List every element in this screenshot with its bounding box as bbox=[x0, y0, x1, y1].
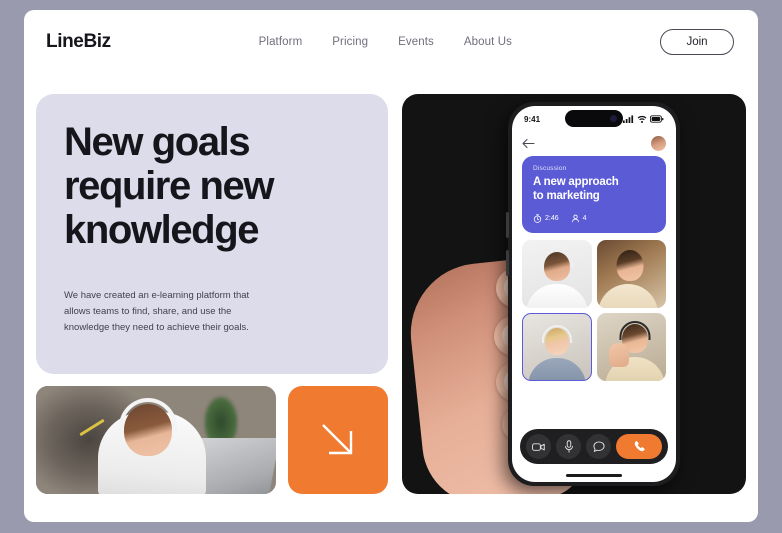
hero-paragraph: We have created an e-learning platform t… bbox=[64, 290, 250, 333]
nav-item-events[interactable]: Events bbox=[398, 36, 434, 48]
nav-item-pricing[interactable]: Pricing bbox=[332, 36, 368, 48]
wifi-icon bbox=[637, 115, 647, 123]
phone-app-topbar bbox=[512, 132, 676, 154]
waving-hand bbox=[608, 343, 629, 367]
nav-item-about-us[interactable]: About Us bbox=[464, 36, 512, 48]
video-camera-icon bbox=[532, 442, 545, 451]
participant-tile-1[interactable] bbox=[522, 240, 592, 308]
timer-value: 2:46 bbox=[545, 215, 559, 222]
hero-title-line-1: New goals bbox=[64, 120, 251, 164]
discussion-title-line-1: A new approach bbox=[533, 176, 619, 188]
participant-tile-3[interactable] bbox=[522, 313, 592, 381]
headphones-icon bbox=[541, 325, 572, 343]
chat-bubble-icon bbox=[592, 440, 605, 452]
hero-title-line-3: knowledge bbox=[64, 208, 260, 252]
participant-head bbox=[616, 250, 644, 281]
cellular-signal-icon bbox=[623, 115, 634, 123]
back-arrow-icon[interactable] bbox=[522, 138, 535, 149]
participant-body bbox=[598, 284, 659, 308]
call-controls-bar bbox=[520, 429, 668, 464]
hero-card: New goals require new knowledge We have … bbox=[36, 94, 388, 374]
arrow-cta-card[interactable] bbox=[288, 386, 388, 494]
logo[interactable]: LineBiz bbox=[46, 31, 111, 53]
participant-tile-4[interactable] bbox=[596, 313, 666, 381]
end-call-button[interactable] bbox=[616, 434, 662, 459]
phone-status-bar: 9:41 bbox=[512, 106, 676, 132]
site-header: LineBiz Platform Pricing Events About Us… bbox=[24, 10, 758, 74]
stopwatch-icon bbox=[533, 214, 542, 223]
front-camera-icon bbox=[610, 115, 617, 122]
dynamic-island bbox=[565, 110, 623, 127]
microphone-icon bbox=[564, 440, 573, 453]
person-icon bbox=[571, 214, 579, 223]
headset-icon bbox=[619, 321, 651, 340]
discussion-timer: 2:46 bbox=[533, 214, 559, 223]
arrow-down-right-icon bbox=[322, 424, 353, 455]
headphones-icon bbox=[540, 249, 573, 268]
photo-plant bbox=[204, 396, 238, 440]
product-visual-panel: 9:41 Discussion A new approach to market… bbox=[402, 94, 746, 494]
avatar[interactable] bbox=[651, 135, 666, 151]
chat-button[interactable] bbox=[586, 434, 611, 459]
nav-item-platform[interactable]: Platform bbox=[259, 36, 303, 48]
battery-icon bbox=[650, 115, 664, 123]
discussion-card[interactable]: Discussion A new approach to marketing 2… bbox=[522, 156, 666, 233]
phone-volume-down-button[interactable] bbox=[506, 250, 509, 276]
home-indicator bbox=[566, 474, 622, 477]
page-card: LineBiz Platform Pricing Events About Us… bbox=[24, 10, 758, 522]
participant-body bbox=[525, 284, 588, 308]
phone-volume-up-button[interactable] bbox=[506, 212, 509, 238]
video-camera-button[interactable] bbox=[526, 434, 551, 459]
discussion-label: Discussion bbox=[533, 165, 567, 172]
hero-title: New goals require new knowledge bbox=[64, 120, 360, 252]
main-nav: Platform Pricing Events About Us Join bbox=[259, 29, 734, 55]
phone-screen: 9:41 Discussion A new approach to market… bbox=[512, 106, 676, 482]
people-count: 4 bbox=[582, 215, 587, 222]
participant-tile-2[interactable] bbox=[596, 240, 666, 308]
end-call-icon bbox=[634, 441, 645, 452]
main-content: New goals require new knowledge We have … bbox=[36, 74, 746, 494]
participant-body bbox=[527, 358, 586, 380]
video-participant-grid bbox=[522, 240, 666, 381]
join-button[interactable]: Join bbox=[660, 29, 734, 55]
microphone-button[interactable] bbox=[556, 434, 581, 459]
phone-mockup: 9:41 Discussion A new approach to market… bbox=[506, 102, 680, 486]
discussion-meta: 2:46 4 bbox=[533, 214, 655, 223]
hero-title-line-2: require new bbox=[64, 164, 275, 208]
photo-card bbox=[36, 386, 276, 494]
discussion-participants-count: 4 bbox=[571, 214, 587, 223]
discussion-title-line-2: to marketing bbox=[533, 189, 600, 202]
discussion-title: A new approach to marketing bbox=[533, 176, 655, 203]
status-icons bbox=[623, 115, 664, 123]
status-time: 9:41 bbox=[524, 114, 541, 124]
